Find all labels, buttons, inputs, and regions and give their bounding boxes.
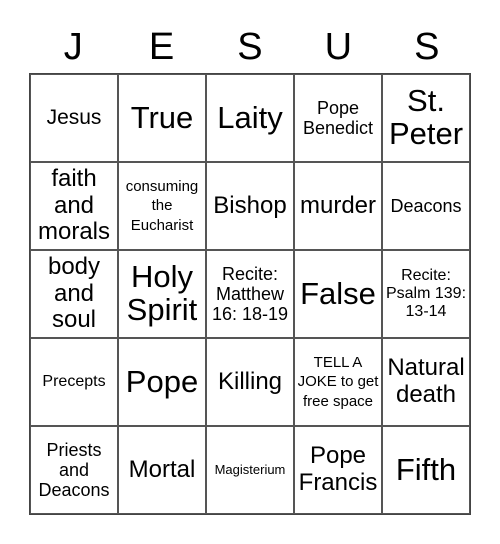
bingo-cell[interactable]: Natural death — [382, 338, 470, 426]
bingo-cell[interactable]: St. Peter — [382, 74, 470, 162]
bingo-cell[interactable]: Deacons — [382, 162, 470, 250]
header-letter-j: J — [63, 26, 83, 68]
bingo-cell[interactable]: Priests and Deacons — [30, 426, 118, 514]
bingo-cell[interactable]: murder — [294, 162, 382, 250]
bingo-cell[interactable]: Recite: Matthew 16: 18-19 — [206, 250, 294, 338]
bingo-cell[interactable]: Pope Francis — [294, 426, 382, 514]
bingo-cell[interactable]: Holy Spirit — [118, 250, 206, 338]
bingo-cell[interactable]: Precepts — [30, 338, 118, 426]
bingo-cell[interactable]: body and soul — [30, 250, 118, 338]
bingo-cell[interactable]: Fifth — [382, 426, 470, 514]
bingo-cell[interactable]: True — [118, 74, 206, 162]
bingo-cell[interactable]: Jesus — [30, 74, 118, 162]
header-letter-e: E — [148, 26, 175, 68]
bingo-header: J E S U S — [29, 22, 471, 72]
bingo-cell[interactable]: Pope — [118, 338, 206, 426]
bingo-cell[interactable]: faith and morals — [30, 162, 118, 250]
header-letter-s: S — [237, 26, 263, 68]
bingo-cell[interactable]: Killing — [206, 338, 294, 426]
bingo-cell[interactable]: Pope Benedict — [294, 74, 382, 162]
bingo-cell[interactable]: Magisterium — [206, 426, 294, 514]
bingo-cell[interactable]: False — [294, 250, 382, 338]
bingo-grid: Jesus True Laity Pope Benedict St. Peter… — [29, 73, 471, 515]
bingo-cell[interactable]: Laity — [206, 74, 294, 162]
free-space-cell[interactable]: TELL A JOKE to get free space — [294, 338, 382, 426]
header-letter-s2: S — [414, 26, 440, 68]
bingo-cell[interactable]: Recite: Psalm 139: 13-14 — [382, 250, 470, 338]
bingo-cell[interactable]: Mortal — [118, 426, 206, 514]
header-letter-u: U — [324, 26, 353, 68]
bingo-cell[interactable]: consuming the Eucharist — [118, 162, 206, 250]
bingo-cell[interactable]: Bishop — [206, 162, 294, 250]
